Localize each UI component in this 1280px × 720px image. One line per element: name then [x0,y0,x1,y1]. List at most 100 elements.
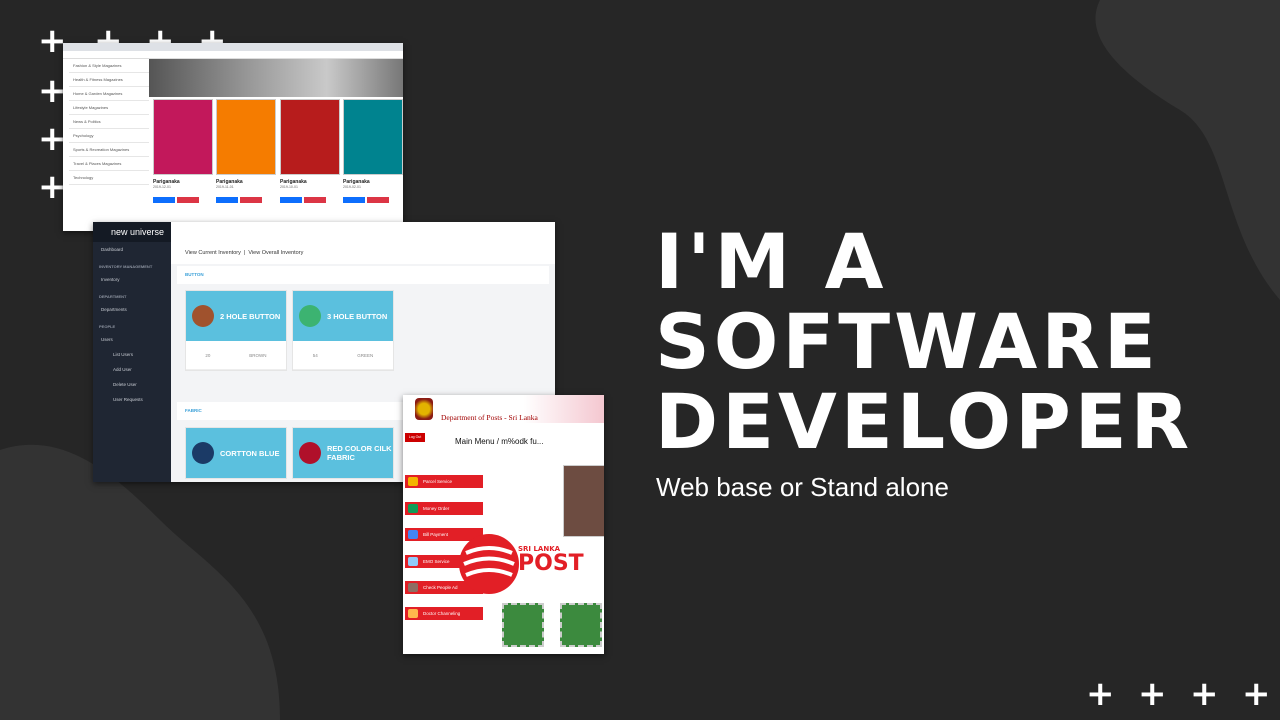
category-item[interactable]: News & Politics [69,115,149,129]
fabric-swatch [192,442,214,464]
hero-banner [149,59,403,97]
dashboard-sidebar: new universe Dashboard INVENTORY MANAGEM… [93,222,171,482]
item-color: GREEN [357,352,374,358]
post-logo-text: SRI LANKA POST [518,545,584,575]
post-logo-icon [459,534,519,594]
sidebar-section-heading: DEPARTMENT [99,294,127,299]
magazine-cover [280,99,340,175]
inventory-tile: RED COLOR CILK FABRIC [293,428,393,478]
category-item[interactable]: Home & Garden Magazines [69,87,149,101]
product-card[interactable]: Pariganaka 2019-11-01 [216,99,276,219]
category-item[interactable]: Fashion & Style Magazines [69,59,149,73]
button-swatch [299,305,321,327]
paper-plane-icon [408,557,418,566]
doctor-icon [408,609,418,618]
inventory-tile: 2 HOLE BUTTON [186,291,286,341]
menu-button[interactable]: Doctor Channeling [405,607,483,620]
sidebar-item-dashboard[interactable]: Dashboard [93,242,171,257]
add-to-cart-button[interactable] [367,197,389,203]
product-card[interactable]: Pariganaka 2019-10-01 [280,99,340,219]
item-name: CORTTON BLUE [220,448,280,458]
sidebar-item-users[interactable]: Users [93,332,171,347]
subheadline: Web base or Stand alone [656,472,949,502]
product-date: 2019-02-01 [343,185,361,189]
headline-line: SOFTWARE [655,297,1160,386]
plus-icon: + [1138,674,1167,714]
item-name: RED COLOR CILK FABRIC [327,444,392,462]
menu-button[interactable]: Money Order [405,502,483,515]
category-item[interactable]: Travel & Places Magazines [69,157,149,171]
section-heading: BUTTON [177,266,549,284]
tab-current-inventory[interactable]: View Current Inventory [185,250,241,256]
plus-icon: + [1242,674,1271,714]
subscribe-button[interactable] [280,197,302,203]
menu-button-label: Money Order [423,506,450,511]
magazine-shop-screenshot: Fashion & Style Magazines Health & Fitne… [63,43,403,231]
plus-icon: + [1086,674,1115,714]
item-name: 3 HOLE BUTTON [327,311,388,321]
menu-title: Main Menu / m%odk fu... [455,437,544,446]
parcel-icon [408,477,418,486]
item-stats: 54 GREEN [293,341,393,370]
item-color: BROWN [249,352,267,358]
menu-button-label: Bill Payment [423,532,449,537]
product-card[interactable]: Pariganaka 2019-02-01 [343,99,403,219]
inventory-tile: CORTTON BLUE [186,428,286,478]
inventory-card[interactable]: 3 HOLE BUTTON 54 GREEN [292,290,394,371]
sidebar-subitem[interactable]: User Requests [93,392,171,407]
category-item[interactable]: Psychology [69,129,149,143]
sidebar-item-departments[interactable]: Departments [93,302,171,317]
category-item[interactable]: Health & Fitness Magazines [69,73,149,87]
category-item[interactable]: Sports & Recreation Magazines [69,143,149,157]
subscribe-button[interactable] [153,197,175,203]
inventory-card[interactable]: RED COLOR CILK FABRIC [292,427,394,479]
plus-icon: + [1190,674,1219,714]
inventory-card[interactable]: 2 HOLE BUTTON 20 BROWN [185,290,287,371]
tab-overall-inventory[interactable]: View Overall Inventory [248,250,303,256]
inventory-tile: 3 HOLE BUTTON [293,291,393,341]
sidebar-item-inventory[interactable]: Inventory [93,272,171,287]
add-to-cart-button[interactable] [177,197,199,203]
button-swatch [192,305,214,327]
item-stats: 20 BROWN [186,341,286,370]
subscribe-button[interactable] [343,197,365,203]
subscribe-button[interactable] [216,197,238,203]
item-quantity: 54 [312,352,318,358]
headline-line: DEVELOPER [655,377,1194,466]
portrait-image [563,465,604,537]
stamp-image [560,603,602,647]
sidebar-subitem[interactable]: List Users [93,347,171,362]
dashboard-topbar [171,222,555,243]
bill-icon [408,530,418,539]
product-card[interactable]: Pariganaka 2019-12-01 [153,99,213,219]
magazine-cover [153,99,213,175]
sidebar-subitem[interactable]: Delete User [93,377,171,392]
add-to-cart-button[interactable] [304,197,326,203]
add-to-cart-button[interactable] [240,197,262,203]
inventory-card[interactable]: CORTTON BLUE [185,427,287,479]
menu-button-label: Parcel Service [423,479,453,484]
browser-tab-bar [63,43,403,51]
post-header: Department of Posts - Sri Lanka [403,395,604,423]
magazine-cover [216,99,276,175]
item-quantity: 20 [205,352,211,358]
logo-big-text: POST [518,551,584,576]
browser-address-bar [63,51,403,59]
people-icon [408,583,418,592]
menu-button-label: Check People Ad [423,585,458,590]
headline-line: I'M A [655,217,888,306]
sidebar-section-heading: PEOPLE [99,324,116,329]
menu-button[interactable]: Parcel Service [405,475,483,488]
stamp-image [502,603,544,647]
category-item[interactable]: Technology [69,171,149,185]
sri-lanka-emblem-icon [415,398,433,420]
fabric-swatch [299,442,321,464]
menu-button-label: EMO Service [423,559,450,564]
department-title: Department of Posts - Sri Lanka [441,413,538,422]
logout-button[interactable]: Log Out [405,433,425,442]
menu-button-label: Doctor Channeling [423,611,461,616]
category-item[interactable]: Lifestyle Magazines [69,101,149,115]
headline: I'M A SOFTWARE DEVELOPER [655,222,1193,462]
inventory-subnav: View Current Inventory | View Overall In… [171,242,555,264]
sidebar-subitem[interactable]: Add User [93,362,171,377]
